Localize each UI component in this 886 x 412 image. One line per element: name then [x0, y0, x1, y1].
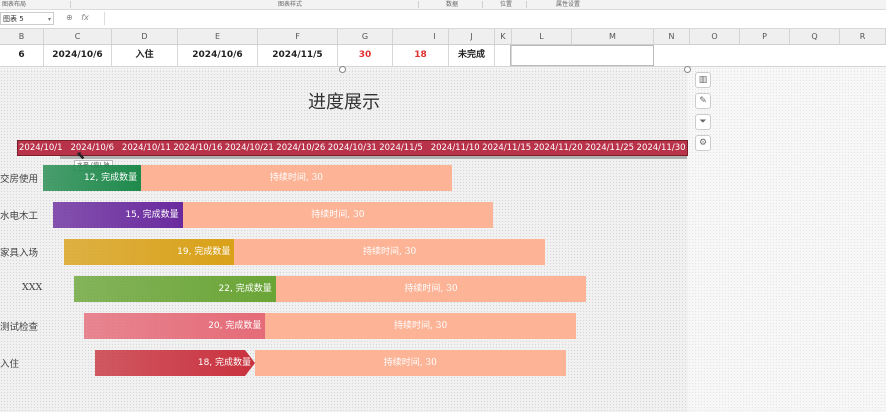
ribbon-separator: [526, 1, 527, 8]
column-header[interactable]: C: [44, 29, 112, 44]
cell-status[interactable]: 未完成: [449, 45, 495, 66]
bar-completed[interactable]: 19, 完成数量: [63, 239, 235, 265]
axis-tick-label: 2024/11/25: [585, 143, 635, 153]
column-header[interactable]: E: [178, 29, 258, 44]
ribbon-separator: [70, 1, 71, 8]
bar-completed[interactable]: 20, 完成数量: [84, 313, 266, 339]
axis-tick-label: 2024/10/21: [224, 143, 274, 153]
table-row: 6 2024/10/6 入住 2024/10/6 2024/11/5 30 18…: [0, 45, 886, 67]
ribbon-separator: [482, 1, 483, 8]
cell-selected[interactable]: [510, 45, 654, 66]
column-header[interactable]: I: [420, 29, 449, 44]
fx-icon[interactable]: fx: [81, 13, 89, 22]
cell-plan-start[interactable]: 2024/10/6: [178, 45, 258, 66]
ribbon-group-data[interactable]: 数据: [446, 0, 458, 9]
axis-tick-label: 2024/11/10: [430, 143, 480, 153]
chevron-down-icon[interactable]: ▾: [48, 13, 51, 26]
axis-tick-label: 2024/11/20: [533, 143, 583, 153]
formula-bar: 图表 5 ▾ ⊕ fx: [0, 10, 886, 29]
bar-duration[interactable]: 持续时间, 30: [182, 202, 494, 228]
ribbon: 图表布局 图表样式 数据 位置 属性设置: [0, 0, 886, 10]
cell-task[interactable]: 入住: [112, 45, 178, 66]
bar-completed[interactable]: 15, 完成数量: [53, 202, 183, 228]
column-header[interactable]: O: [690, 29, 740, 44]
ribbon-group-chart-styles[interactable]: 图表样式: [278, 0, 302, 9]
formula-input[interactable]: [104, 12, 884, 25]
cell-row-number[interactable]: 6: [0, 45, 44, 66]
category-label: 入住: [0, 359, 20, 370]
column-header[interactable]: L: [512, 29, 572, 44]
column-header[interactable]: F: [258, 29, 338, 44]
column-header[interactable]: G: [338, 29, 393, 44]
category-label: 交房使用: [0, 174, 39, 185]
chart-tools: ▥ ✎ ⏷ ⚙: [695, 72, 711, 156]
axis-tick-label: 2024/11/15: [482, 143, 532, 153]
column-header[interactable]: Q: [790, 29, 840, 44]
ribbon-separator: [418, 1, 419, 8]
axis-tick-label: 2024/10/1: [19, 143, 63, 153]
column-header[interactable]: B: [0, 29, 44, 44]
bar-completed[interactable]: 12, 完成数量: [43, 165, 142, 191]
axis-tick-label: 2024/10/11: [121, 143, 171, 153]
bar-completed[interactable]: 22, 完成数量: [74, 276, 276, 302]
cell-completed[interactable]: 18: [393, 45, 449, 66]
axis-tick-label: 2024/10/31: [327, 143, 377, 153]
cell-plan-end[interactable]: 2024/11/5: [258, 45, 338, 66]
bar-completed[interactable]: 18, 完成数量: [95, 350, 255, 376]
category-label: 水电木工: [0, 211, 39, 222]
category-label: XXX: [22, 282, 43, 293]
ribbon-group-chart-layout[interactable]: 图表布局: [2, 0, 26, 9]
mouse-cursor-icon: ⬉: [76, 149, 86, 162]
chart-filter-icon[interactable]: ⏷: [695, 114, 711, 130]
axis-tick-label: 2024/10/16: [173, 143, 223, 153]
formula-icons: ⊕ fx: [66, 13, 95, 22]
column-header[interactable]: R: [840, 29, 886, 44]
name-box-value: 图表 5: [3, 15, 24, 23]
sheet-area-right: [688, 67, 886, 412]
name-box[interactable]: 图表 5 ▾: [0, 12, 54, 25]
column-headers: B C D E F G I J K L M N O P Q R: [0, 29, 886, 45]
cell-duration[interactable]: 30: [338, 45, 393, 66]
chart-settings-icon[interactable]: ⚙: [695, 135, 711, 151]
chart-elements-icon[interactable]: ▥: [695, 72, 711, 88]
column-header[interactable]: N: [654, 29, 690, 44]
chart-title[interactable]: 进度展示: [0, 88, 688, 114]
column-header[interactable]: M: [572, 29, 654, 44]
axis-tick-label: 2024/11/5: [379, 143, 423, 153]
axis-tick-label: 2024/10/26: [276, 143, 326, 153]
bar-duration[interactable]: 持续时间, 30: [255, 350, 566, 376]
axis-shadow: [60, 156, 687, 159]
ribbon-group-position[interactable]: 位置: [500, 0, 512, 9]
bar-duration[interactable]: 持续时间, 30: [265, 313, 576, 339]
column-header[interactable]: K: [495, 29, 512, 44]
zoom-icon[interactable]: ⊕: [66, 13, 73, 22]
column-header[interactable]: D: [112, 29, 178, 44]
bar-duration[interactable]: 持续时间, 30: [234, 239, 545, 265]
ribbon-group-properties[interactable]: 属性设置: [556, 0, 580, 9]
bar-duration[interactable]: 持续时间, 30: [141, 165, 452, 191]
column-header[interactable]: P: [740, 29, 790, 44]
cell-start-date[interactable]: 2024/10/6: [44, 45, 112, 66]
chart-styles-icon[interactable]: ✎: [695, 93, 711, 109]
column-header[interactable]: J: [449, 29, 495, 44]
date-axis[interactable]: 2024/10/1 2024/10/6 2024/10/11 2024/10/16 20…: [17, 140, 688, 156]
category-label: 家具入场: [0, 248, 39, 259]
chart-resize-handle[interactable]: [684, 66, 691, 73]
category-label: 测试检查: [0, 322, 39, 333]
chart-resize-handle[interactable]: [339, 66, 346, 73]
bar-duration[interactable]: 持续时间, 30: [275, 276, 587, 302]
axis-tick-label: 2024/11/30: [636, 143, 686, 153]
